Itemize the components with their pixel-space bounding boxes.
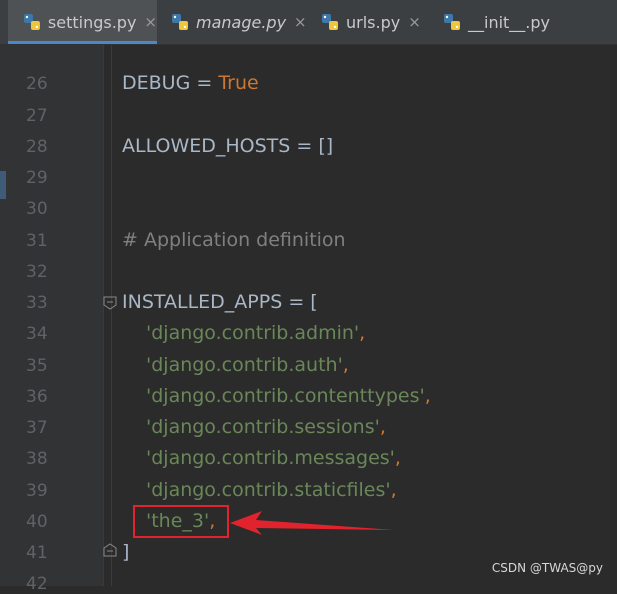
string-literal: 'django.contrib.staticfiles' <box>146 479 391 501</box>
fold-collapse-icon[interactable] <box>103 296 117 310</box>
code-line-35[interactable]: 'django.contrib.auth', <box>146 354 349 376</box>
tab-label: __init__.py <box>468 12 551 32</box>
gutter-marker <box>0 171 6 199</box>
line-number-gutter <box>0 45 103 586</box>
code-line-36[interactable]: 'django.contrib.contenttypes', <box>146 385 431 407</box>
string-literal: 'django.contrib.sessions' <box>146 416 380 438</box>
comma: , <box>390 479 397 501</box>
operator: = <box>190 72 219 94</box>
line-number: 32 <box>26 262 48 282</box>
line-number: 42 <box>26 574 48 594</box>
line-number: 27 <box>26 106 48 126</box>
line-number: 35 <box>26 356 48 376</box>
line-number: 38 <box>26 449 48 469</box>
string-literal: 'django.contrib.messages' <box>146 447 395 469</box>
tab-manage-py[interactable]: manage.py × <box>170 0 308 44</box>
string-literal: 'django.contrib.admin' <box>146 322 360 344</box>
close-icon[interactable]: × <box>144 13 157 31</box>
python-file-icon <box>444 14 460 30</box>
string-literal: 'django.contrib.auth' <box>146 354 343 376</box>
tab-label: urls.py <box>346 12 401 32</box>
line-number: 26 <box>26 74 48 94</box>
watermark: CSDN @TWAS@py <box>491 561 603 575</box>
code-line-34[interactable]: 'django.contrib.admin', <box>146 322 365 344</box>
line-number: 30 <box>26 199 48 219</box>
close-icon[interactable]: × <box>294 13 307 31</box>
code-line-33[interactable]: INSTALLED_APPS = [ <box>122 291 318 313</box>
comma: , <box>342 354 349 376</box>
code-line-31-comment[interactable]: # Application definition <box>122 229 346 251</box>
comma: , <box>359 322 366 344</box>
code-line-28[interactable]: ALLOWED_HOSTS = [] <box>122 135 333 157</box>
code-line-26[interactable]: DEBUG = True <box>122 72 259 94</box>
string-literal: 'django.contrib.contenttypes' <box>146 385 425 407</box>
comma: , <box>379 416 386 438</box>
comma: , <box>424 385 431 407</box>
line-number: 33 <box>26 293 48 313</box>
python-file-icon <box>23 14 40 30</box>
line-number: 40 <box>26 512 48 532</box>
code-line-37[interactable]: 'django.contrib.sessions', <box>146 416 386 438</box>
identifier: DEBUG <box>122 72 191 94</box>
editor-tab-bar: settings.py × manage.py × urls.py × __in… <box>0 0 617 45</box>
annotation-arrow-icon <box>230 511 394 535</box>
code-line-41[interactable]: ] <box>122 541 129 563</box>
annotation-highlight-box <box>133 505 229 538</box>
tab-settings-py[interactable]: settings.py × <box>8 0 157 44</box>
gutter-separator <box>103 45 104 586</box>
line-number: 29 <box>26 168 48 188</box>
tab-init-py[interactable]: __init__.py <box>442 0 592 44</box>
tab-label: settings.py <box>47 12 137 32</box>
python-file-icon <box>172 14 188 30</box>
line-number: 34 <box>26 324 48 344</box>
keyword-true: True <box>218 72 259 94</box>
tab-label: manage.py <box>196 12 287 32</box>
tab-urls-py[interactable]: urls.py × <box>320 0 435 44</box>
indent-guide <box>111 45 112 586</box>
line-number: 31 <box>26 231 48 251</box>
code-line-38[interactable]: 'django.contrib.messages', <box>146 447 401 469</box>
code-line-39[interactable]: 'django.contrib.staticfiles', <box>146 479 397 501</box>
line-number: 28 <box>26 137 48 157</box>
python-file-icon <box>322 14 338 30</box>
line-number: 36 <box>26 387 48 407</box>
line-number: 37 <box>26 418 48 438</box>
line-number: 39 <box>26 481 48 501</box>
line-number: 41 <box>26 543 48 563</box>
fold-end-icon[interactable] <box>103 543 117 557</box>
comma: , <box>394 447 401 469</box>
close-icon[interactable]: × <box>408 13 421 31</box>
